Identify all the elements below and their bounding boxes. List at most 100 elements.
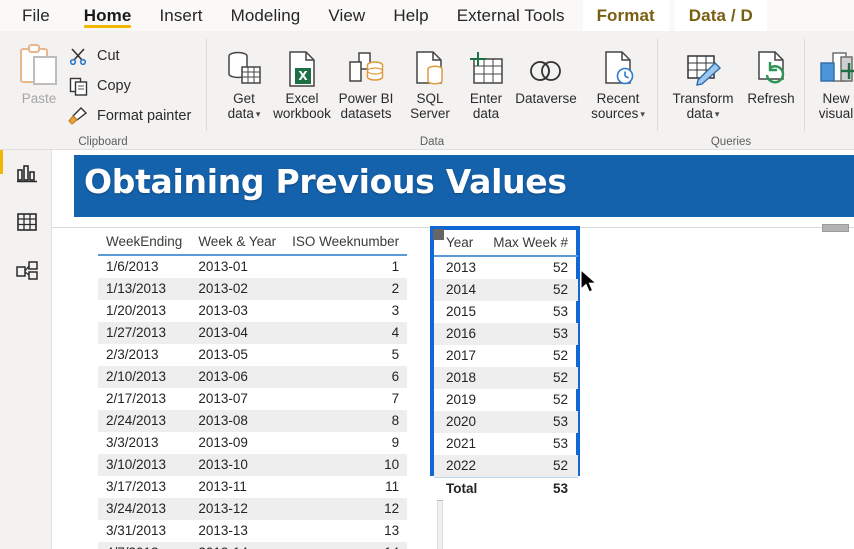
table-row[interactable]: 3/10/2013 2013-10 10 — [98, 454, 408, 476]
ribbon-tab-data-drill[interactable]: Data / D — [674, 0, 767, 31]
column-header-weekending[interactable]: WeekEnding — [98, 232, 191, 256]
copy-label: Copy — [97, 78, 131, 94]
table-row[interactable]: 1/13/2013 2013-02 2 — [98, 278, 408, 300]
cell-max-week: 53 — [485, 323, 579, 345]
cell-iso-week: 11 — [385, 479, 400, 494]
calendar-table-visual[interactable]: WeekEnding Week & Year ISO Weeknumber 1/… — [98, 232, 408, 549]
cell-weekending: 2/10/2013 — [98, 366, 191, 388]
paintbrush-icon — [66, 105, 90, 127]
enter-data-label-line1: Enter — [469, 91, 503, 106]
column-header-max-week[interactable]: Max Week # — [485, 233, 579, 257]
ribbon-tab-home[interactable]: Home — [70, 0, 146, 31]
table-row[interactable]: 2/3/2013 2013-05 5 — [98, 344, 407, 366]
new-visual-icon — [815, 37, 854, 89]
new-visual-button[interactable]: New visual — [807, 37, 854, 133]
canvas-horizontal-scrollbar-thumb[interactable] — [822, 224, 849, 232]
table-row[interactable]: 1/27/2013 2013-04 4 — [98, 322, 408, 344]
table-row[interactable]: 2022 52 — [434, 455, 579, 478]
table-row[interactable]: 2013 52 — [434, 256, 578, 279]
paste-label: Paste — [21, 91, 57, 106]
refresh-icon — [753, 37, 789, 89]
cell-weekending: 1/20/2013 — [106, 303, 167, 318]
copy-icon — [66, 75, 90, 97]
transform-data-label: Transform data ▾ — [666, 91, 740, 123]
visual-resize-handle[interactable] — [433, 229, 444, 240]
table-row[interactable]: 3/17/2013 2013-11 11 — [98, 476, 407, 498]
sql-server-label-line1: SQL — [416, 91, 444, 106]
table-row[interactable]: 2/10/2013 2013-06 6 — [98, 366, 408, 388]
column-header-iso-weeknumber[interactable]: ISO Weeknumber — [284, 232, 408, 256]
table-row[interactable]: 4/7/20132013-1414 — [98, 542, 408, 549]
cell-weekending: 3/3/2013 — [106, 435, 159, 450]
chevron-down-icon[interactable]: ▾ — [256, 109, 261, 119]
table-row[interactable]: 2018 52 — [434, 367, 579, 389]
ribbon-tab-file[interactable]: File — [0, 0, 70, 31]
sidebar-item-data-view[interactable] — [12, 209, 42, 239]
dataverse-button[interactable]: Dataverse — [507, 37, 585, 133]
transform-data-label-line1: Transform — [672, 91, 734, 106]
chevron-down-icon[interactable]: ▾ — [715, 109, 720, 119]
table-row[interactable]: 3/3/2013 2013-09 9 — [98, 432, 407, 454]
cell-year: 2016 — [434, 323, 486, 345]
cell-week-year: 2013-04 — [190, 322, 285, 344]
table-row[interactable]: 2014 52 — [434, 279, 579, 301]
table-row[interactable]: 2017 52 — [434, 345, 578, 367]
refresh-button[interactable]: Refresh — [740, 37, 802, 133]
ribbon-tab-help[interactable]: Help — [379, 0, 442, 31]
cell-iso-week: 3 — [391, 303, 400, 318]
table-row[interactable]: 3/24/2013 2013-12 12 — [98, 498, 408, 520]
ribbon-tab-external-tools[interactable]: External Tools — [443, 0, 579, 31]
table-row[interactable]: 1/6/2013 2013-01 1 — [98, 255, 407, 278]
ribbon-body: Paste Cut Copy Format painter Clipboard … — [0, 31, 854, 150]
cell-year: 2022 — [434, 455, 486, 478]
ribbon-tab-strip: File Home Insert Modeling View Help Exte… — [0, 0, 854, 31]
bar-chart-icon — [16, 163, 38, 188]
power-bi-datasets-button[interactable]: Power BI datasets — [335, 37, 397, 133]
cell-year: 2014 — [434, 279, 486, 301]
table-row[interactable]: 2019 52 — [434, 389, 578, 411]
ribbon-tab-format[interactable]: Format — [582, 0, 669, 31]
cell-max-week: 52 — [553, 260, 569, 275]
chevron-down-icon[interactable]: ▾ — [640, 109, 645, 119]
ribbon-tab-modeling[interactable]: Modeling — [217, 0, 315, 31]
enter-data-label-line2: data — [472, 106, 500, 121]
column-header-week-and-year[interactable]: Week & Year — [190, 232, 285, 256]
model-relationship-icon — [16, 260, 38, 286]
recent-sources-label: Recent sources ▾ — [581, 91, 655, 123]
format-painter-button[interactable]: Format painter — [66, 103, 191, 129]
ribbon-tab-modeling-label: Modeling — [230, 5, 301, 25]
recent-sources-icon — [600, 37, 636, 89]
excel-workbook-label-line1: Excel — [285, 91, 319, 106]
paste-button[interactable]: Paste — [8, 37, 70, 133]
table-row[interactable]: 1/20/2013 2013-03 3 — [98, 300, 407, 322]
ribbon-tab-insert[interactable]: Insert — [145, 0, 216, 31]
table-row[interactable]: 2/17/2013 2013-07 7 — [98, 388, 407, 410]
copy-button[interactable]: Copy — [66, 73, 131, 99]
table-row[interactable]: 2/24/2013 2013-08 8 — [98, 410, 408, 432]
cut-button[interactable]: Cut — [66, 43, 120, 69]
cell-weekending: 1/27/2013 — [98, 322, 191, 344]
scissors-icon — [66, 45, 90, 67]
table-row[interactable]: 2021 53 — [434, 433, 578, 455]
cell-max-week: 52 — [485, 279, 579, 301]
ribbon-tab-view-label: View — [328, 5, 366, 25]
max-week-table-visual[interactable]: Year Max Week # 2013 52 2014 52 2015 53 201… — [430, 226, 580, 500]
cell-iso-week: 1 — [391, 259, 400, 274]
excel-workbook-button[interactable]: X Excel workbook — [271, 37, 333, 133]
sidebar-item-model-view[interactable] — [12, 258, 42, 288]
table-row[interactable]: 3/31/2013 2013-13 13 — [98, 520, 407, 542]
table-row[interactable]: 2016 53 — [434, 323, 579, 345]
ribbon-tab-view[interactable]: View — [314, 0, 379, 31]
cell-year: 2013 — [446, 260, 477, 275]
new-visual-label-line2: visual — [818, 106, 854, 121]
cell-week-year: 2013-12 — [190, 498, 285, 520]
sidebar-item-report-view[interactable] — [12, 160, 42, 190]
ribbon-tab-external-tools-label: External Tools — [456, 5, 565, 25]
excel-workbook-label: Excel workbook — [265, 91, 339, 121]
table-row[interactable]: 2015 53 — [434, 301, 578, 323]
recent-sources-button[interactable]: Recent sources ▾ — [585, 37, 651, 133]
table-row[interactable]: 2020 53 — [434, 411, 579, 433]
sql-server-label-line2: Server — [410, 106, 450, 121]
transform-data-button[interactable]: Transform data ▾ — [664, 37, 742, 133]
cell-max-week: 52 — [553, 348, 569, 363]
